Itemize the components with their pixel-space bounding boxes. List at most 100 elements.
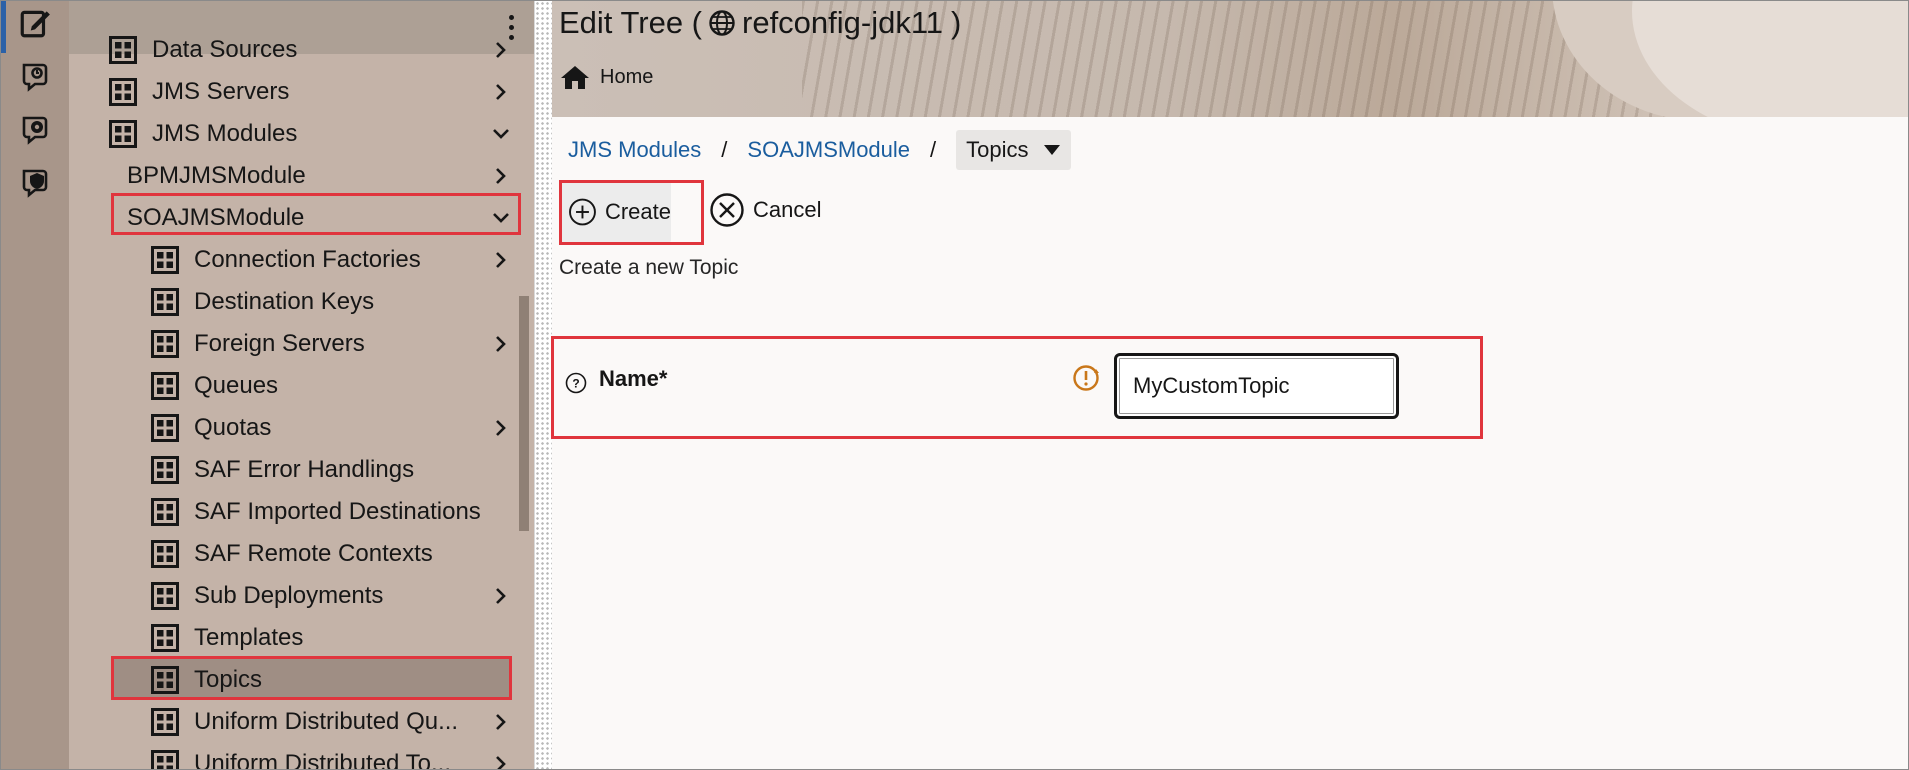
tree-item[interactable]: Templates: [151, 618, 303, 658]
tree-item[interactable]: JMS Modules: [109, 114, 297, 154]
tree-item[interactable]: Destination Keys: [151, 282, 374, 322]
chevron-right-icon[interactable]: [491, 418, 511, 438]
page-title-suffix: ): [951, 5, 962, 40]
tree-item-label: BPMJMSModule: [127, 162, 306, 189]
home-label: Home: [600, 65, 654, 88]
tree-item-label: SAF Error Handlings: [194, 456, 415, 483]
chevron-right-icon[interactable]: [491, 754, 511, 770]
chevron-right-icon[interactable]: [491, 712, 511, 732]
tree-item[interactable]: Sub Deployments: [151, 576, 383, 616]
configuration-view-icon[interactable]: [16, 111, 54, 149]
grid-icon: [109, 120, 137, 148]
create-button[interactable]: Create: [561, 181, 671, 243]
tree-item-label: Quotas: [194, 414, 272, 441]
tree-item-label: Sub Deployments: [194, 582, 384, 609]
breadcrumb-separator: /: [721, 137, 728, 162]
breadcrumb-soajmsmodule[interactable]: SOAJMSModule: [747, 137, 910, 163]
nav-scrollbar[interactable]: [519, 296, 529, 531]
tree-item[interactable]: Uniform Distributed Qu...: [151, 702, 458, 742]
tree-item-label: SAF Imported Destinations: [194, 498, 481, 525]
chevron-right-icon[interactable]: [491, 82, 511, 102]
chevron-right-icon[interactable]: [491, 40, 511, 60]
breadcrumb-current-label: Topics: [966, 137, 1029, 162]
grid-icon: [151, 624, 179, 652]
icon-rail: [1, 1, 69, 769]
chevron-down-icon[interactable]: [491, 208, 511, 228]
page-title-prefix: Edit Tree (: [559, 5, 702, 40]
chevron-right-icon[interactable]: [491, 586, 511, 606]
tree-item[interactable]: JMS Servers: [109, 72, 289, 112]
tree-item[interactable]: Foreign Servers: [151, 324, 365, 364]
grid-icon: [151, 750, 179, 769]
page-title: Edit Tree ( refconfig-jdk11 ): [559, 5, 961, 41]
monitoring-icon[interactable]: [16, 58, 54, 96]
tree-item-label: Queues: [194, 372, 279, 399]
tree-item-label: Data Sources: [152, 36, 298, 63]
grid-icon: [151, 288, 179, 316]
cancel-label: Cancel: [753, 197, 822, 222]
plus-circle-icon: [569, 198, 596, 226]
tree-item-label: Topics: [194, 666, 263, 693]
grid-icon: [151, 456, 179, 484]
help-icon[interactable]: ?: [565, 372, 587, 394]
breadcrumb-current-dropdown[interactable]: Topics: [956, 130, 1071, 170]
close-circle-icon: [710, 193, 744, 227]
app-window: Data Sources JMS Servers JMS Modules BPMJMS…: [0, 0, 1909, 770]
grid-icon: [151, 414, 179, 442]
name-input[interactable]: [1114, 353, 1399, 419]
tree-item-label: Templates: [194, 624, 304, 651]
tree-item-label: JMS Servers: [152, 78, 290, 105]
chevron-right-icon[interactable]: [491, 250, 511, 270]
tree-item-label: SOAJMSModule: [127, 204, 305, 231]
tree-item[interactable]: SAF Remote Contexts: [151, 534, 433, 574]
cancel-button[interactable]: Cancel: [709, 192, 821, 228]
tree-item[interactable]: Data Sources: [109, 30, 297, 70]
tree-item[interactable]: SAF Error Handlings: [151, 450, 414, 490]
tree-item-label: Uniform Distributed To...: [194, 750, 451, 770]
grid-icon: [109, 78, 137, 106]
tree-item[interactable]: BPMJMSModule: [127, 156, 306, 196]
breadcrumb-jms-modules[interactable]: JMS Modules: [568, 137, 701, 163]
page-title-name: refconfig-jdk11: [742, 5, 944, 40]
chevron-right-icon[interactable]: [491, 334, 511, 354]
navigation-tree: Data Sources JMS Servers JMS Modules BPMJMS…: [69, 1, 534, 770]
header-banner: Edit Tree ( refconfig-jdk11 ) Home: [552, 1, 1908, 117]
tree-item[interactable]: SAF Imported Destinations: [151, 492, 481, 532]
globe-icon: [709, 10, 735, 36]
breadcrumb: JMS Modules / SOAJMSModule / Topics: [568, 129, 1071, 171]
tree-item[interactable]: Uniform Distributed To...: [151, 744, 451, 770]
form-description: Create a new Topic: [559, 256, 739, 279]
tree-item-label: Destination Keys: [194, 288, 375, 315]
grid-icon: [151, 498, 179, 526]
panel-resize-handle[interactable]: [534, 1, 552, 769]
tree-item[interactable]: Queues: [151, 366, 278, 406]
grid-icon: [151, 666, 179, 694]
grid-icon: [109, 36, 137, 64]
tree-item[interactable]: Quotas: [151, 408, 271, 448]
home-link[interactable]: Home: [560, 64, 653, 90]
breadcrumb-separator: /: [930, 137, 937, 162]
chevron-right-icon[interactable]: [491, 166, 511, 186]
home-icon: [561, 66, 589, 89]
svg-text:?: ?: [572, 377, 579, 391]
grid-icon: [151, 372, 179, 400]
grid-icon: [151, 708, 179, 736]
tree-item[interactable]: Topics: [151, 660, 262, 700]
grid-icon: [151, 582, 179, 610]
tree-item-label: JMS Modules: [152, 120, 298, 147]
security-icon[interactable]: [16, 164, 54, 202]
edit-tree-icon[interactable]: [16, 4, 54, 42]
name-field-row: ? Name*: [552, 336, 1672, 438]
grid-icon: [151, 246, 179, 274]
caret-down-icon: [1043, 145, 1060, 155]
chevron-down-icon[interactable]: [491, 124, 511, 144]
tree-item-label: Foreign Servers: [194, 330, 365, 357]
name-field-label: Name*: [599, 366, 668, 391]
main-content: Edit Tree ( refconfig-jdk11 ) Home JMS M…: [552, 1, 1908, 769]
warning-icon: [1073, 365, 1099, 391]
tree-item[interactable]: Connection Factories: [151, 240, 421, 280]
tree-item-label: SAF Remote Contexts: [194, 540, 433, 567]
grid-icon: [151, 540, 179, 568]
tree-item[interactable]: SOAJMSModule: [127, 198, 304, 238]
tree-item-label: Connection Factories: [194, 246, 421, 273]
